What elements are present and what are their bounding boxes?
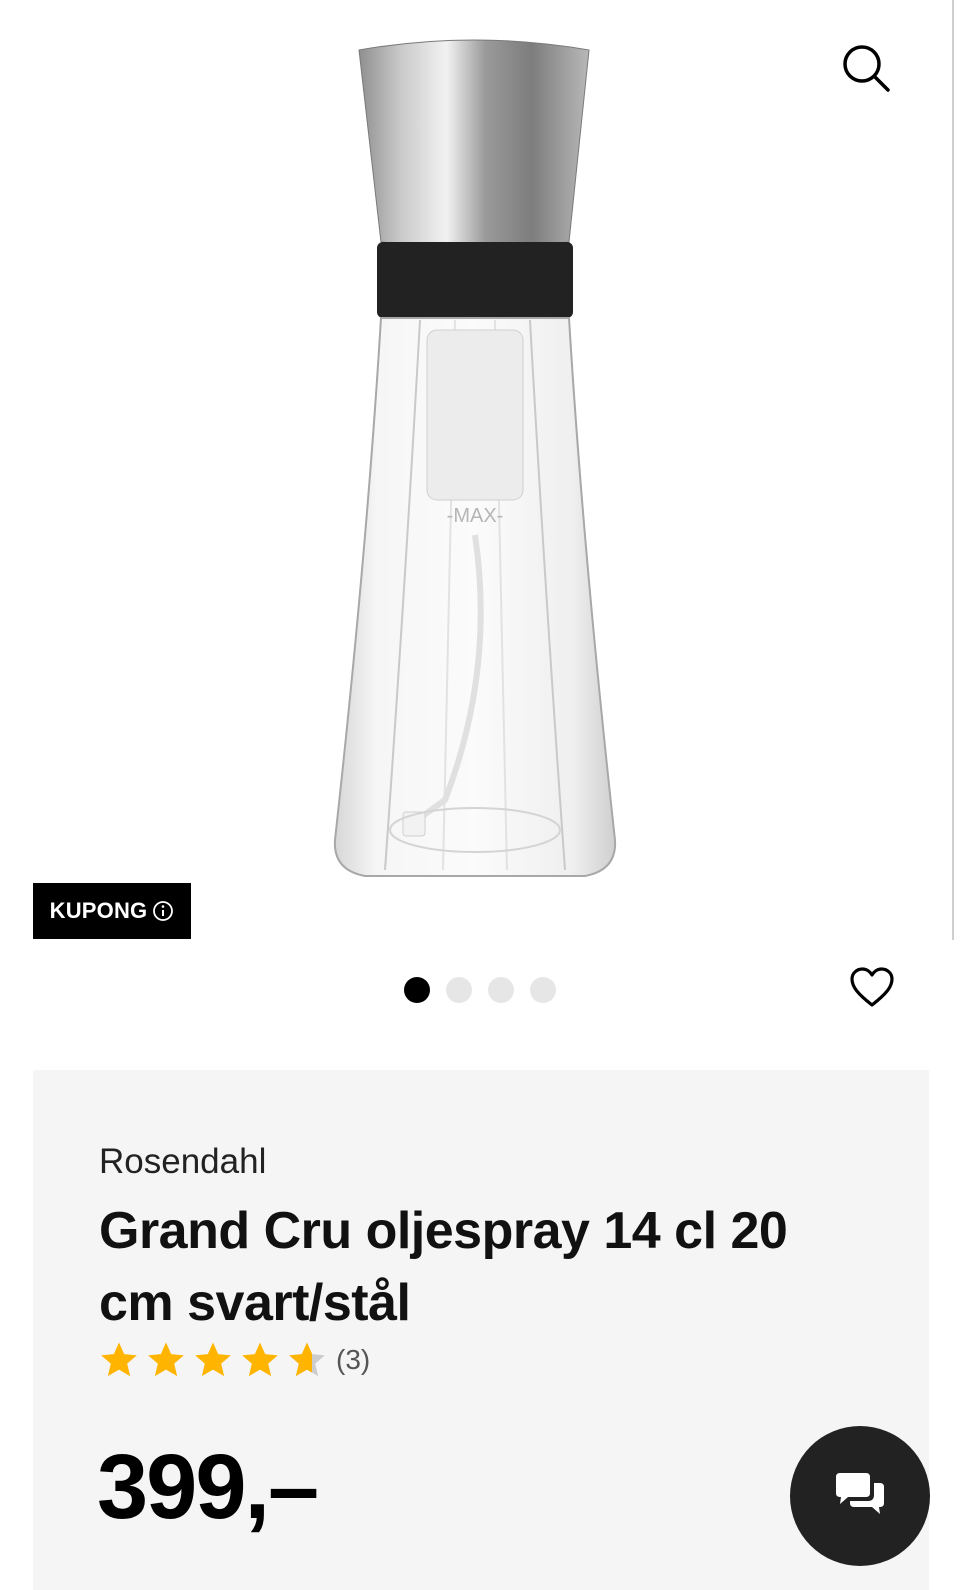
- search-icon: [843, 45, 890, 92]
- pagination-dot-2[interactable]: [446, 977, 472, 1003]
- coupon-badge[interactable]: KUPONG: [33, 883, 191, 939]
- pagination-dot-4[interactable]: [530, 977, 556, 1003]
- star-icon: [195, 1342, 231, 1377]
- favorite-button[interactable]: [848, 964, 896, 1012]
- rating[interactable]: (3): [99, 1340, 370, 1380]
- heart-icon: [850, 967, 894, 1007]
- product-gallery[interactable]: -MAX- KUPONG: [0, 0, 960, 1040]
- pagination-dot-3[interactable]: [488, 977, 514, 1003]
- search-button[interactable]: [840, 42, 892, 94]
- star-half-icon: [289, 1342, 325, 1377]
- brand-name[interactable]: Rosendahl: [99, 1142, 266, 1182]
- gallery-pagination[interactable]: [404, 977, 556, 1003]
- star-icon: [242, 1342, 278, 1377]
- chat-button[interactable]: [790, 1426, 930, 1566]
- scroll-edge: [952, 0, 954, 940]
- chat-icon: [836, 1473, 884, 1514]
- max-mark: -MAX-: [447, 505, 504, 527]
- review-count: (3): [336, 1344, 371, 1375]
- coupon-label: KUPONG: [49, 898, 148, 923]
- product-image: -MAX-: [333, 39, 617, 877]
- star-icon: [101, 1342, 137, 1377]
- product-title: Grand Cru oljespray 14 cl 20 cm svart/st…: [99, 1202, 788, 1332]
- pagination-dot-1[interactable]: [404, 977, 430, 1003]
- price: 399,–: [97, 1436, 319, 1538]
- info-icon: [153, 901, 174, 921]
- star-icon: [148, 1342, 184, 1377]
